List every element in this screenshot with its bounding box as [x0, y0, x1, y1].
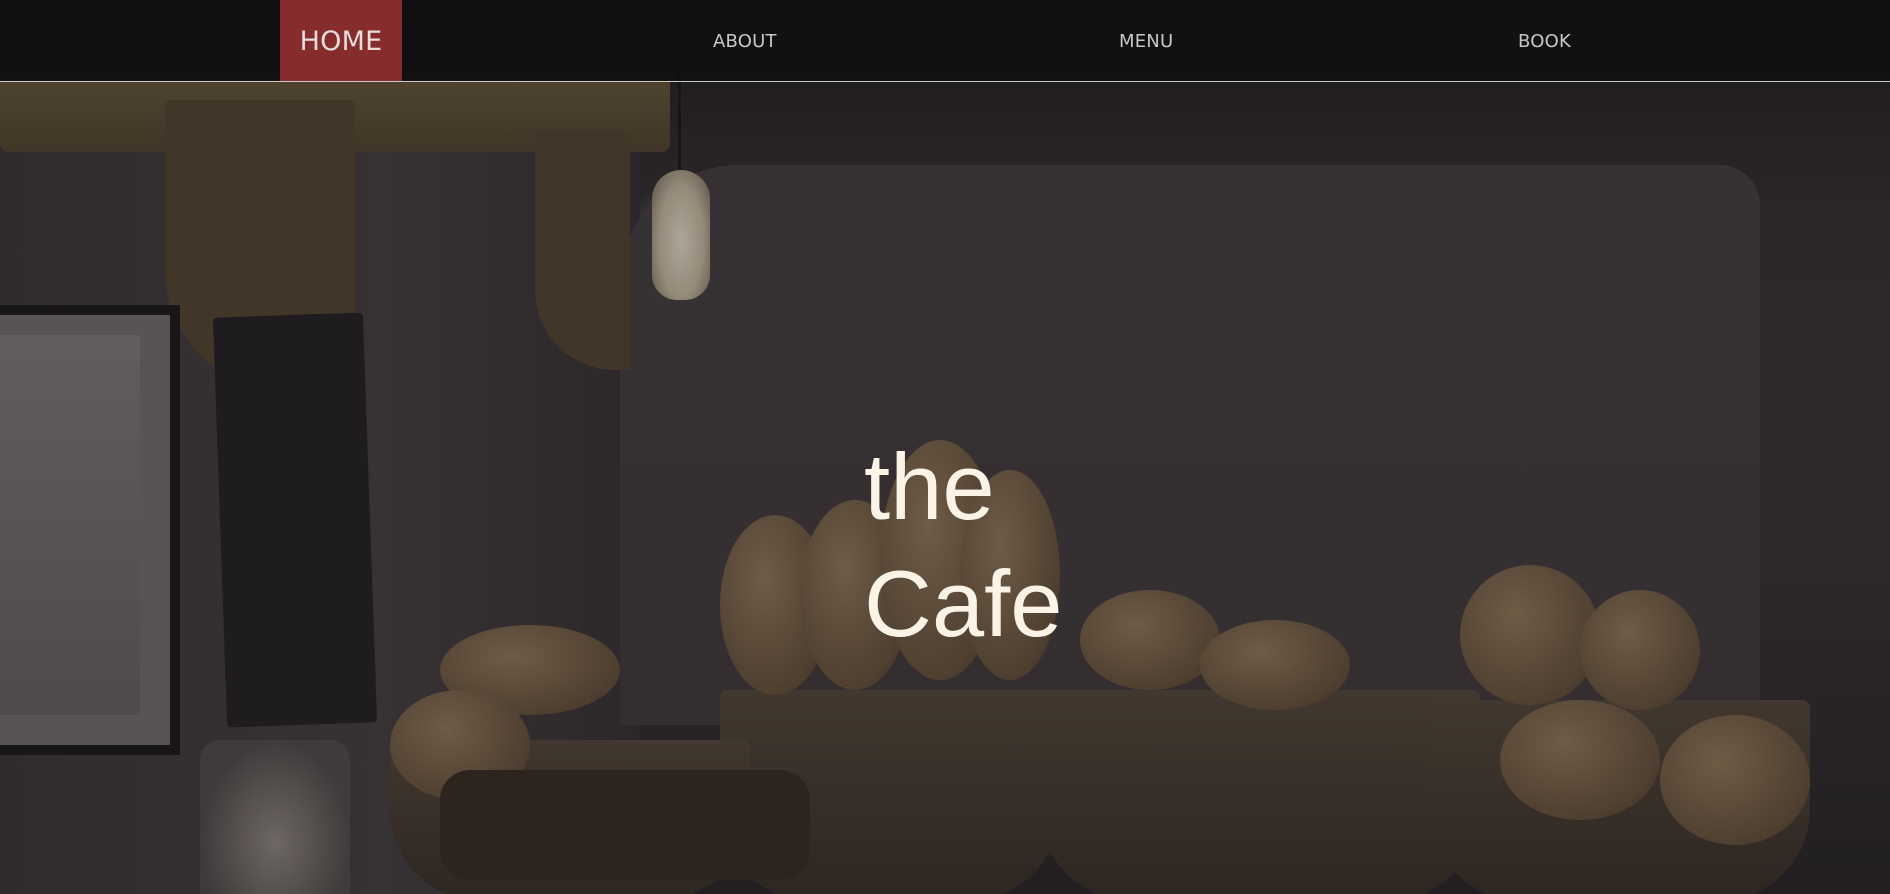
- nav-home-link[interactable]: HOME: [280, 0, 402, 81]
- nav-menu-link[interactable]: MENU: [1119, 0, 1173, 81]
- hero-title-line-1: the: [864, 434, 995, 539]
- nav-book-link[interactable]: BOOK: [1518, 0, 1571, 81]
- nav-about-link[interactable]: ABOUT: [713, 0, 777, 81]
- hero-title-line-2: Cafe: [864, 551, 1063, 656]
- hero-background: the Cafe: [0, 0, 1890, 894]
- top-navbar: HOME ABOUT MENU BOOK: [0, 0, 1890, 82]
